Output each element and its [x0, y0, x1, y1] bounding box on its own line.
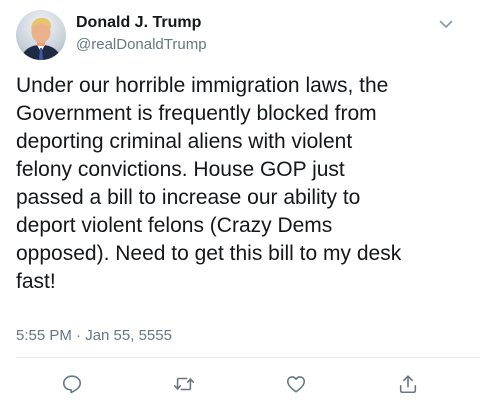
retweet-button[interactable] — [170, 370, 198, 398]
chevron-down-icon[interactable] — [438, 16, 454, 32]
share-icon — [399, 375, 417, 394]
author-info: Donald J. Trump @realDonaldTrump — [76, 13, 207, 55]
action-bar — [0, 370, 480, 400]
reply-icon — [62, 375, 82, 394]
like-button[interactable] — [282, 370, 310, 398]
avatar[interactable] — [16, 10, 66, 60]
tweet-text: Under our horrible immigration laws, the… — [16, 74, 402, 293]
heart-icon — [286, 376, 306, 393]
divider — [16, 357, 480, 358]
display-name[interactable]: Donald J. Trump — [76, 13, 207, 33]
tweet-timestamp[interactable]: 5:55 PM · Jan 55, 5555 — [16, 326, 172, 346]
reply-button[interactable] — [58, 370, 86, 398]
handle[interactable]: @realDonaldTrump — [76, 35, 207, 55]
retweet-icon — [174, 377, 194, 391]
tweet-card: Donald J. Trump @realDonaldTrump Under o… — [0, 0, 480, 410]
share-button[interactable] — [394, 370, 422, 398]
avatar-image — [20, 17, 62, 60]
